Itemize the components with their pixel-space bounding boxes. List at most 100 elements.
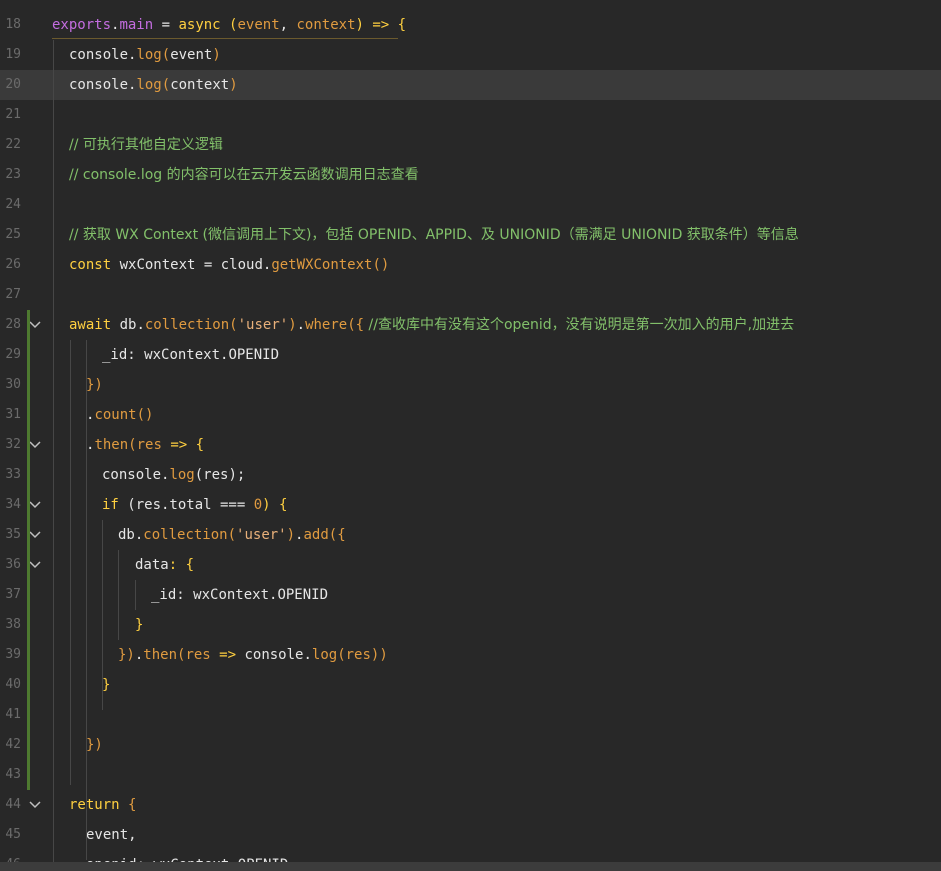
code-line[interactable]: 19 console.log(event): [0, 40, 941, 70]
code-text[interactable]: return {: [69, 790, 136, 820]
code-text[interactable]: console.log(res);: [102, 460, 245, 490]
code-token: (res)): [337, 647, 388, 663]
bracket-match-underline: [52, 38, 398, 39]
code-token: console: [69, 47, 129, 63]
code-text[interactable]: event,: [86, 820, 137, 850]
chevron-down-icon[interactable]: [28, 798, 42, 812]
code-token: : wxContext.OPENID: [127, 347, 280, 363]
code-text[interactable]: }): [86, 730, 103, 760]
code-token: context: [170, 77, 230, 93]
line-number: 23: [5, 167, 21, 182]
code-text[interactable]: exports.main = async (event, context) =>…: [52, 10, 406, 40]
code-line[interactable]: 24: [0, 190, 941, 220]
code-text[interactable]: }: [135, 610, 143, 640]
indent-guide: [102, 520, 103, 710]
line-number: 30: [5, 377, 21, 392]
code-token: _id: [151, 587, 177, 603]
code-line[interactable]: 33 console.log(res);: [0, 460, 941, 490]
code-token: count: [94, 407, 137, 423]
code-token: (: [128, 437, 137, 453]
code-token: }): [86, 737, 103, 753]
code-line[interactable]: 22 // 可执行其他自定义逻辑: [0, 130, 941, 160]
code-line[interactable]: 39}).then(res => console.log(res)): [0, 640, 941, 670]
code-text[interactable]: data: {: [135, 550, 194, 580]
code-token: console.: [102, 467, 170, 483]
code-line[interactable]: 25 // 获取 WX Context (微信调用上下文)，包括 OPENID、A…: [0, 220, 941, 250]
code-token: ) => {: [355, 17, 407, 33]
chevron-down-icon[interactable]: [28, 558, 42, 572]
code-token: collection: [144, 317, 230, 333]
code-token: (: [227, 527, 237, 543]
code-text[interactable]: // 可执行其他自定义逻辑: [69, 130, 223, 160]
code-line[interactable]: 35 db.collection('user').add({: [0, 520, 941, 550]
code-token: ,: [279, 17, 297, 33]
line-number: 29: [5, 347, 21, 362]
code-token: if: [102, 497, 119, 513]
code-text[interactable]: _id: wxContext.OPENID: [151, 580, 328, 610]
code-line[interactable]: 44 return {: [0, 790, 941, 820]
horizontal-scrollbar[interactable]: [0, 862, 941, 871]
code-token: (): [136, 407, 154, 423]
code-text[interactable]: // 获取 WX Context (微信调用上下文)，包括 OPENID、APP…: [69, 220, 799, 250]
indent-guide: [70, 340, 71, 785]
code-line[interactable]: 21: [0, 100, 941, 130]
line-number: 22: [5, 137, 21, 152]
chevron-down-icon[interactable]: [28, 528, 42, 542]
indent-guide: [53, 40, 54, 870]
code-token: log: [136, 47, 162, 63]
code-line[interactable]: 26 const wxContext = cloud.getWXContext(): [0, 250, 941, 280]
code-line[interactable]: 18 exports.main = async (event, context) …: [0, 10, 941, 40]
code-token: log: [169, 467, 195, 483]
code-text[interactable]: await db.collection('user').where({ //查收…: [69, 310, 794, 340]
code-line[interactable]: 45 event,: [0, 820, 941, 850]
code-token: ): [286, 527, 296, 543]
chevron-down-icon[interactable]: [28, 318, 42, 332]
code-token: data: [135, 557, 169, 573]
code-text[interactable]: }).then(res => console.log(res)): [118, 640, 388, 670]
code-text[interactable]: if (res.total === 0) {: [102, 490, 287, 520]
code-line[interactable]: 37 _id: wxContext.OPENID: [0, 580, 941, 610]
code-line[interactable]: 36 data: {: [0, 550, 941, 580]
code-text[interactable]: const wxContext = cloud.getWXContext(): [69, 250, 389, 280]
chevron-down-icon[interactable]: [28, 438, 42, 452]
code-line[interactable]: 43: [0, 760, 941, 790]
code-token: : {: [168, 557, 195, 573]
code-line[interactable]: 30}): [0, 370, 941, 400]
code-text[interactable]: }): [86, 370, 103, 400]
code-line[interactable]: 32 .then(res => {: [0, 430, 941, 460]
code-line[interactable]: 31 .count(): [0, 400, 941, 430]
code-text[interactable]: db.collection('user').add({: [118, 520, 346, 550]
code-token: (: [229, 317, 238, 333]
code-text[interactable]: .then(res => {: [86, 430, 204, 460]
code-editor[interactable]: 18 exports.main = async (event, context) …: [0, 0, 941, 871]
code-text[interactable]: console.log(event): [69, 40, 221, 70]
code-text[interactable]: .count(): [86, 400, 153, 430]
code-text[interactable]: }: [102, 670, 110, 700]
code-text[interactable]: console.log(context): [69, 70, 238, 100]
code-token: =>: [210, 647, 245, 663]
code-token: db.: [118, 527, 144, 543]
code-token: => {: [161, 437, 205, 453]
code-token: then: [94, 437, 129, 453]
code-token: ): [212, 47, 221, 63]
code-line[interactable]: 41: [0, 700, 941, 730]
code-line[interactable]: 38}: [0, 610, 941, 640]
code-token: // 可执行其他自定义逻辑: [69, 137, 223, 153]
code-text[interactable]: // console.log 的内容可以在云开发云函数调用日志查看: [69, 160, 419, 190]
code-token: ({: [328, 527, 346, 543]
code-token: ): [288, 317, 297, 333]
line-number: 44: [5, 797, 21, 812]
code-line[interactable]: 29 _id: wxContext.OPENID: [0, 340, 941, 370]
code-line[interactable]: 40}: [0, 670, 941, 700]
git-change-indicator: [27, 310, 30, 790]
code-token: {: [119, 797, 137, 813]
code-line[interactable]: 34 if (res.total === 0) {: [0, 490, 941, 520]
code-line[interactable]: 28 await db.collection('user').where({ //…: [0, 310, 941, 340]
code-text[interactable]: _id: wxContext.OPENID: [102, 340, 279, 370]
chevron-down-icon[interactable]: [28, 498, 42, 512]
code-line[interactable]: 23 // console.log 的内容可以在云开发云函数调用日志查看: [0, 160, 941, 190]
code-line[interactable]: 27: [0, 280, 941, 310]
code-token: async: [178, 17, 221, 33]
code-line[interactable]: 42}): [0, 730, 941, 760]
code-line[interactable]: 20 console.log(context): [0, 70, 941, 100]
